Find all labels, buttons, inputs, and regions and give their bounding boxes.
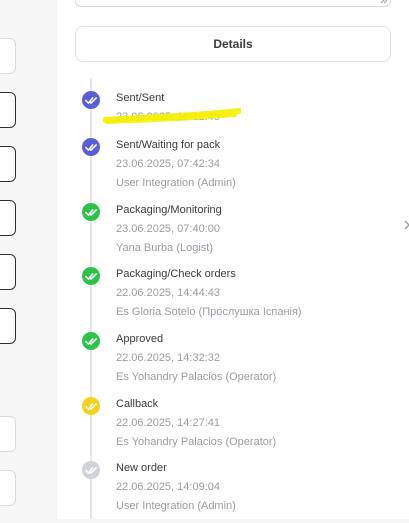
history-entry: Packaging/Check orders 22.06.2025, 14:44… xyxy=(57,267,387,329)
history-status: New order xyxy=(116,462,167,474)
history-date: 22.06.2025, 14:27:41 xyxy=(116,417,220,429)
form-field[interactable] xyxy=(0,470,16,506)
status-history-timeline: Sent/Sent 23.06.2025, 15:12:45 Sent/Wait… xyxy=(57,0,409,519)
double-check-icon xyxy=(82,461,100,479)
history-user: Yana Burba (Logist) xyxy=(116,242,214,254)
chevron-right-icon[interactable] xyxy=(403,219,409,231)
history-date: 22.06.2025, 14:32:32 xyxy=(116,352,220,364)
history-status: Callback xyxy=(116,398,159,410)
order-history-panel: Details Sent/Sent 23.06.2025, 15:12:45 S… xyxy=(57,0,409,519)
double-check-icon xyxy=(82,203,100,221)
history-status: Sent/Sent xyxy=(116,92,165,104)
history-entry: Packaging/Monitoring 23.06.2025, 07:40:0… xyxy=(57,203,387,265)
history-status: Packaging/Monitoring xyxy=(116,204,222,216)
history-entry: New order 22.06.2025, 14:09:04 User Inte… xyxy=(57,461,387,523)
double-check-icon xyxy=(82,397,100,415)
history-status: Packaging/Check orders xyxy=(116,268,236,280)
history-entry: Callback 22.06.2025, 14:27:41 Es Yohandr… xyxy=(57,397,387,459)
form-field[interactable] xyxy=(0,38,16,74)
history-status: Sent/Waiting for pack xyxy=(116,139,221,151)
history-user: Es Gloria Sotelo (Прослушка Іспанія) xyxy=(116,306,302,318)
history-date: 22.06.2025, 14:09:04 xyxy=(116,481,220,493)
form-field[interactable] xyxy=(0,146,16,182)
history-status: Approved xyxy=(116,333,164,345)
history-date: 23.06.2025, 15:12:45 xyxy=(116,111,220,123)
history-user: User Integration (Admin) xyxy=(116,500,236,512)
form-field[interactable] xyxy=(0,308,16,344)
form-field[interactable] xyxy=(0,254,16,290)
form-field[interactable] xyxy=(0,416,16,452)
double-check-icon xyxy=(82,91,100,109)
double-check-icon xyxy=(82,332,100,350)
history-user: User Integration (Admin) xyxy=(116,177,236,189)
double-check-icon xyxy=(82,267,100,285)
history-date: 22.06.2025, 14:44:43 xyxy=(116,287,220,299)
history-entry: Approved 22.06.2025, 14:32:32 Es Yohandr… xyxy=(57,332,387,394)
form-field[interactable] xyxy=(0,200,16,236)
history-user: Es Yohandry Palacios (Operator) xyxy=(116,436,277,448)
history-user: Es Yohandry Palacios (Operator) xyxy=(116,371,277,383)
history-entry: Sent/Waiting for pack 23.06.2025, 07:42:… xyxy=(57,138,387,200)
history-date: 23.06.2025, 07:42:34 xyxy=(116,158,220,170)
form-field[interactable] xyxy=(0,92,16,128)
history-date: 23.06.2025, 07:40:00 xyxy=(116,223,220,235)
double-check-icon xyxy=(82,138,100,156)
